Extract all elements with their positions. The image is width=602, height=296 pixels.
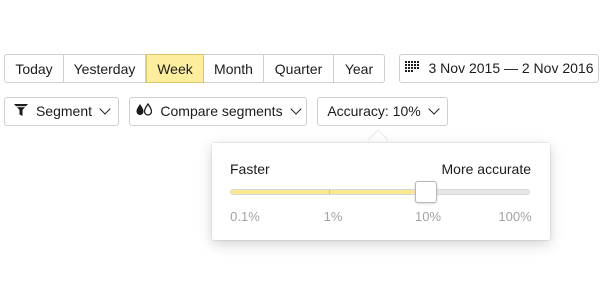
- tab-label: Year: [344, 60, 374, 77]
- accuracy-popup: Faster More accurate 0.1% 1% 10% 100%: [212, 143, 550, 240]
- segment-label: Segment: [35, 103, 93, 119]
- faster-label: Faster: [230, 161, 270, 177]
- accuracy-label: Accuracy: 10%: [327, 103, 421, 119]
- date-range-label: 3 Nov 2015 — 2 Nov 2016: [428, 60, 594, 76]
- compare-segments-button[interactable]: Compare segments: [129, 97, 307, 126]
- calendar-grid-icon: [404, 55, 419, 82]
- tab-label: Yesterday: [73, 60, 136, 77]
- chevron-down-icon: [428, 103, 440, 115]
- date-range-button[interactable]: 3 Nov 2015 — 2 Nov 2016: [399, 54, 599, 83]
- tab-label: Week: [157, 60, 193, 77]
- tick-label: 10%: [414, 209, 442, 224]
- tab-today[interactable]: Today: [4, 54, 64, 83]
- chevron-down-icon: [99, 103, 111, 115]
- tab-yesterday[interactable]: Yesterday: [64, 54, 146, 83]
- chevron-down-icon: [289, 103, 302, 115]
- compare-segments-label: Compare segments: [160, 103, 283, 119]
- tab-quarter[interactable]: Quarter: [264, 54, 334, 83]
- slider-tick: [329, 190, 331, 194]
- tab-week[interactable]: Week: [146, 54, 204, 83]
- more-accurate-label: More accurate: [441, 161, 531, 177]
- filter-icon: [13, 98, 28, 125]
- accuracy-slider-track[interactable]: [230, 189, 530, 195]
- tab-label: Quarter: [274, 60, 323, 77]
- tab-year[interactable]: Year: [334, 54, 385, 83]
- accuracy-button[interactable]: Accuracy: 10%: [317, 97, 448, 126]
- accuracy-slider-thumb[interactable]: [415, 181, 437, 203]
- tab-label: Month: [214, 60, 253, 77]
- tick-label: 100%: [498, 209, 532, 224]
- compare-drops-icon: [136, 98, 153, 125]
- segment-button[interactable]: Segment: [4, 97, 119, 126]
- tick-label: 0.1%: [230, 209, 260, 224]
- tick-label: 1%: [323, 209, 343, 224]
- tab-label: Today: [15, 60, 53, 77]
- tab-month[interactable]: Month: [204, 54, 264, 83]
